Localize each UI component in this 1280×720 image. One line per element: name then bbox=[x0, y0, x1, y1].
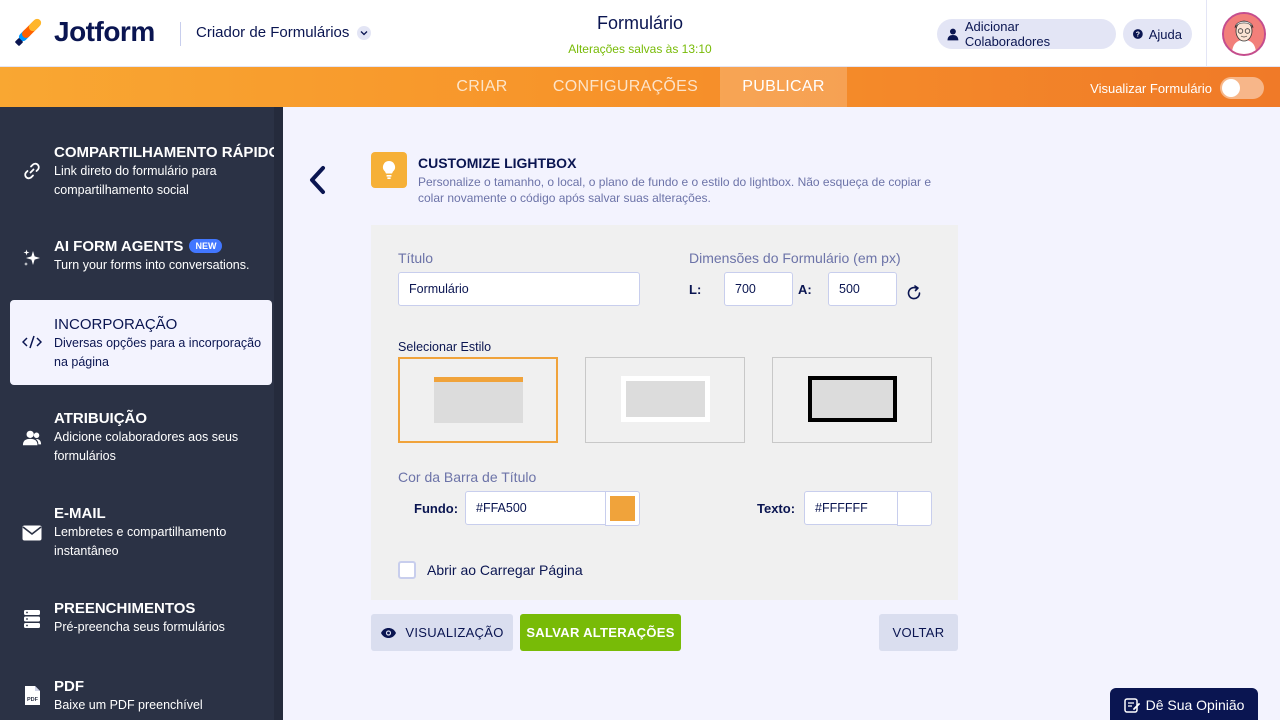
sidebar-item-title: PREENCHIMENTOS bbox=[54, 600, 196, 617]
width-input[interactable] bbox=[724, 272, 793, 306]
save-changes-button[interactable]: SALVAR ALTERAÇÕES bbox=[520, 614, 681, 651]
style-option-titlebar[interactable] bbox=[398, 357, 558, 443]
back-arrow-icon[interactable] bbox=[305, 164, 331, 196]
background-color-preview bbox=[610, 496, 635, 521]
avatar bbox=[1221, 11, 1266, 56]
add-collaborators-button[interactable]: Adicionar Colaboradores bbox=[937, 19, 1116, 49]
sidebar-item-quick-share[interactable]: COMPARTILHAMENTO RÁPIDO Link direto do f… bbox=[0, 137, 280, 207]
sidebar-item-title: ATRIBUIÇÃO bbox=[54, 410, 148, 427]
sidebar-item-title: E-MAIL bbox=[54, 505, 106, 522]
back-button[interactable]: VOLTAR bbox=[879, 614, 958, 651]
sidebar-item-embed[interactable]: INCORPORAÇÃO Diversas opções para a inco… bbox=[10, 300, 272, 385]
sidebar-item-desc: Turn your forms into conversations. bbox=[54, 258, 250, 272]
main-nav: CRIAR CONFIGURAÇÕES PUBLICAR Visualizar … bbox=[0, 67, 1280, 107]
builder-dropdown[interactable]: Criador de Formulários bbox=[196, 24, 372, 41]
jotform-logo-icon bbox=[14, 17, 44, 47]
add-collaborators-label: Adicionar Colaboradores bbox=[964, 19, 1051, 49]
eye-icon bbox=[381, 627, 397, 638]
open-on-load-checkbox[interactable] bbox=[398, 561, 416, 579]
height-input[interactable] bbox=[828, 272, 897, 306]
background-color-swatch[interactable] bbox=[605, 491, 640, 526]
lightbulb-icon bbox=[371, 152, 407, 188]
title-input[interactable] bbox=[398, 272, 640, 306]
open-on-load-label[interactable]: Abrir ao Carregar Página bbox=[427, 562, 583, 578]
database-icon bbox=[22, 609, 42, 629]
help-icon: ? bbox=[1133, 29, 1143, 39]
header-divider bbox=[180, 22, 181, 46]
sidebar-item-desc: Diversas opções para a incorporação na p… bbox=[54, 336, 262, 369]
text-color-preview bbox=[902, 496, 927, 521]
tab-configuracoes[interactable]: CONFIGURAÇÕES bbox=[540, 67, 711, 107]
new-badge: NEW bbox=[189, 239, 223, 253]
sidebar-item-desc: Pré-preencha seus formulários bbox=[54, 620, 225, 634]
publish-sidebar: COMPARTILHAMENTO RÁPIDO Link direto do f… bbox=[0, 107, 283, 720]
user-menu[interactable] bbox=[1206, 0, 1280, 67]
feedback-label: Dê Sua Opinião bbox=[1145, 697, 1245, 713]
sidebar-item-desc: Adicione colaboradores aos seus formulár… bbox=[54, 430, 239, 463]
svg-text:PDF: PDF bbox=[27, 697, 39, 703]
select-style-label: Selecionar Estilo bbox=[398, 340, 492, 354]
chevron-down-icon bbox=[357, 25, 372, 40]
sidebar-item-title: PDF bbox=[54, 678, 84, 695]
text-color-swatch[interactable] bbox=[897, 491, 932, 526]
tab-publicar[interactable]: PUBLICAR bbox=[720, 67, 847, 107]
toggle-knob bbox=[1222, 79, 1240, 97]
background-color-label: Fundo: bbox=[414, 501, 459, 516]
logo-text: Jotform bbox=[54, 16, 155, 47]
pdf-icon: PDF bbox=[22, 685, 42, 705]
reset-dimensions-icon[interactable] bbox=[904, 283, 924, 303]
form-title[interactable]: Formulário bbox=[540, 13, 740, 34]
link-icon bbox=[22, 161, 42, 181]
tab-criar[interactable]: CRIAR bbox=[440, 67, 524, 107]
sidebar-item-email[interactable]: E-MAIL Lembretes e compartilhamento inst… bbox=[0, 505, 272, 570]
jotform-logo[interactable]: Jotform bbox=[14, 16, 155, 48]
feedback-button[interactable]: Dê Sua Opinião bbox=[1110, 688, 1258, 720]
feedback-icon bbox=[1123, 698, 1140, 713]
sidebar-item-assign[interactable]: ATRIBUIÇÃO Adicione colaboradores aos se… bbox=[0, 410, 272, 475]
height-label: A: bbox=[798, 282, 812, 297]
sidebar-item-desc: Link direto do formulário para compartil… bbox=[54, 164, 217, 197]
preview-button[interactable]: VISUALIZAÇÃO bbox=[371, 614, 513, 651]
svg-text:?: ? bbox=[1136, 31, 1140, 38]
saved-status: Alterações salvas às 13:10 bbox=[568, 42, 712, 56]
title-label: Título bbox=[398, 250, 434, 266]
style-option-white-border[interactable] bbox=[585, 357, 745, 443]
code-icon bbox=[22, 332, 42, 352]
dimensions-label: Dimensões do Formulário (em px) bbox=[689, 250, 901, 266]
sidebar-item-title: INCORPORAÇÃO bbox=[54, 316, 178, 333]
background-color-input[interactable] bbox=[465, 491, 606, 525]
envelope-icon bbox=[22, 523, 42, 543]
section-description: Personalize o tamanho, o local, o plano … bbox=[418, 175, 932, 205]
text-color-input[interactable] bbox=[804, 491, 898, 525]
style-option-black-border[interactable] bbox=[772, 357, 932, 443]
help-button[interactable]: ? Ajuda bbox=[1123, 19, 1192, 49]
users-icon bbox=[22, 428, 42, 448]
sidebar-item-desc: Lembretes e compartilhamento instantâneo bbox=[54, 525, 227, 558]
sidebar-item-desc: Baixe um PDF preenchível bbox=[54, 698, 203, 712]
sparkle-icon bbox=[22, 248, 42, 268]
builder-label: Criador de Formulários bbox=[196, 24, 350, 41]
text-color-label: Texto: bbox=[757, 501, 796, 516]
sidebar-item-pdf[interactable]: PDF PDF Baixe um PDF preenchível bbox=[0, 678, 272, 720]
sidebar-item-title: COMPARTILHAMENTO RÁPIDO bbox=[54, 144, 281, 161]
app-header: Jotform Criador de Formulários Formulári… bbox=[0, 0, 1280, 67]
sidebar-item-ai-agents[interactable]: AI FORM AGENTS NEW Turn your forms into c… bbox=[0, 232, 272, 282]
help-label: Ajuda bbox=[1148, 26, 1182, 42]
titlebar-color-label: Cor da Barra de Título bbox=[398, 469, 537, 485]
sidebar-item-title: AI FORM AGENTS NEW bbox=[54, 238, 223, 255]
sidebar-scrollbar[interactable] bbox=[274, 107, 283, 720]
sidebar-item-prefill[interactable]: PREENCHIMENTOS Pré-preencha seus formulá… bbox=[0, 600, 272, 650]
toggle-switch[interactable] bbox=[1220, 77, 1264, 99]
preview-form-label: Visualizar Formulário bbox=[1090, 80, 1212, 96]
section-title: CUSTOMIZE LIGHTBOX bbox=[418, 155, 577, 171]
preview-form-toggle[interactable]: Visualizar Formulário bbox=[1090, 77, 1264, 99]
width-label: L: bbox=[689, 282, 702, 297]
preview-button-label: VISUALIZAÇÃO bbox=[405, 625, 504, 640]
user-icon bbox=[947, 28, 959, 40]
